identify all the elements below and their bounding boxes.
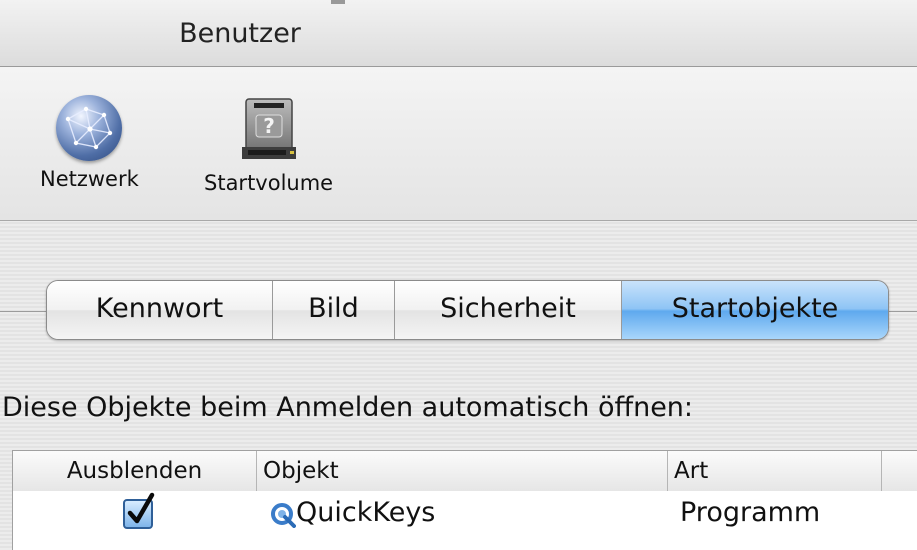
toolbar-label-netzwerk: Netzwerk (40, 167, 139, 191)
object-kind: Programm (680, 497, 821, 528)
column-header-ausblenden[interactable]: Ausblenden (13, 451, 257, 491)
tab-bild[interactable]: Bild (273, 281, 395, 339)
globe-icon (56, 95, 123, 161)
hide-checkbox[interactable] (123, 492, 155, 529)
toolbar-item-startvolume[interactable]: ? Startvolume (204, 95, 333, 195)
tab-startobjekte[interactable]: Startobjekte (622, 281, 888, 339)
tab-kennwort[interactable]: Kennwort (47, 281, 273, 339)
quickkeys-icon (271, 503, 296, 528)
disk-icon: ? (241, 98, 296, 159)
toolbar-item-netzwerk[interactable]: Netzwerk (40, 95, 139, 191)
title-bar: Benutzer (0, 0, 917, 67)
table-header: Ausblenden Objekt Art (13, 450, 917, 492)
object-name: QuickKeys (296, 497, 436, 528)
column-header-art[interactable]: Art (668, 451, 882, 491)
column-header-objekt[interactable]: Objekt (257, 451, 668, 491)
startup-items-table: Ausblenden Objekt Art QuickKeys Programm (12, 450, 917, 550)
checkmark-icon (127, 492, 155, 524)
tab-sicherheit[interactable]: Sicherheit (395, 281, 622, 339)
toolbar-label-startvolume: Startvolume (204, 171, 334, 195)
table-row[interactable]: QuickKeys Programm (13, 491, 917, 550)
window-title: Benutzer (179, 18, 301, 49)
svg-text:?: ? (263, 114, 275, 138)
tab-bar: Kennwort Bild Sicherheit Startobjekte (46, 280, 889, 340)
title-notch (331, 0, 345, 4)
startup-items-heading: Diese Objekte beim Anmelden automatisch … (2, 392, 694, 423)
toolbar: Netzwerk ? Startvolume (0, 67, 917, 221)
